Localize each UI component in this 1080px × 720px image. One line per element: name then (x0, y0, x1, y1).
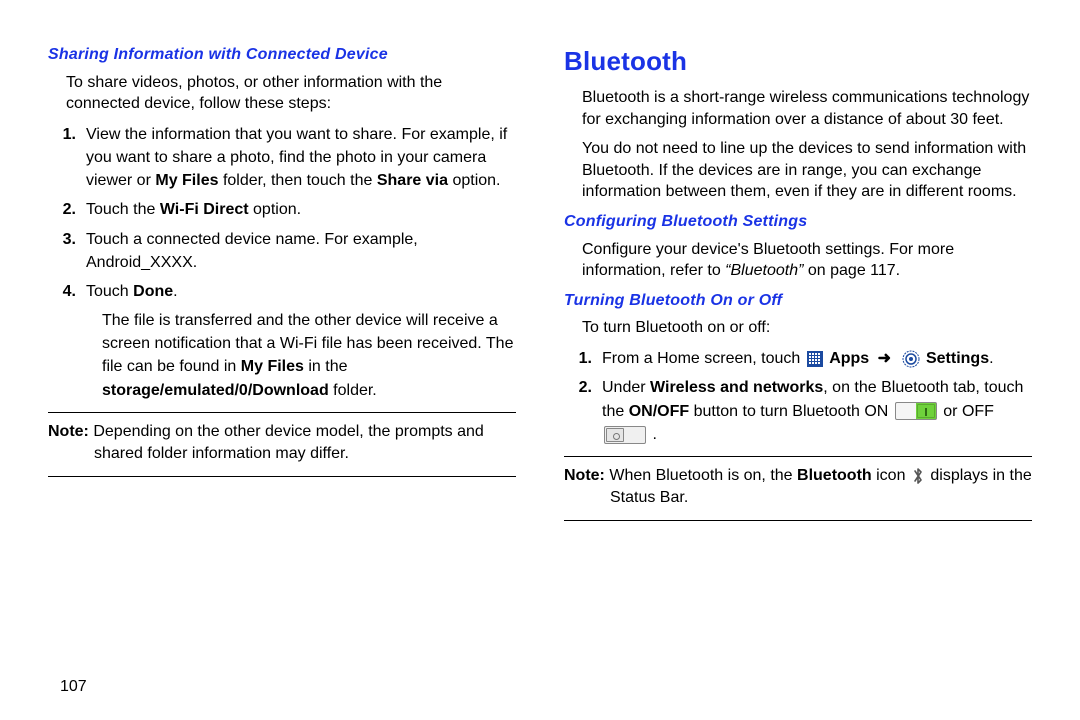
manual-page: Sharing Information with Connected Devic… (0, 0, 1080, 720)
sharing-steps: 1. View the information that you want to… (48, 123, 516, 303)
step-body: Touch Done. (86, 280, 516, 303)
turning-intro: To turn Bluetooth on or off: (582, 317, 1032, 339)
on-off-label: ON/OFF (629, 403, 689, 420)
step-2: 2. Touch the Wi-Fi Direct option. (48, 198, 516, 221)
settings-gear-icon (902, 350, 920, 368)
bluetooth-desc-2: You do not need to line up the devices t… (582, 138, 1032, 203)
step-body: Touch the Wi-Fi Direct option. (86, 198, 516, 221)
text: folder. (329, 382, 377, 399)
done-label: Done (133, 283, 173, 300)
share-via-label: Share via (377, 172, 448, 189)
configuring-subheading: Configuring Bluetooth Settings (564, 211, 1032, 233)
right-column: Bluetooth Bluetooth is a short-range wir… (564, 44, 1032, 529)
text: button to turn Bluetooth ON (689, 403, 893, 420)
step-4: 4. Touch Done. (48, 280, 516, 303)
step-body: From a Home screen, touch Apps ➜ Setting… (602, 347, 1032, 370)
step-1: 1. View the information that you want to… (48, 123, 516, 193)
note-label: Note: (564, 467, 605, 484)
divider (48, 476, 516, 477)
text: or OFF (943, 403, 994, 420)
text: on page 117. (803, 262, 900, 279)
configuring-body: Configure your device's Bluetooth settin… (582, 239, 1032, 282)
step-number: 1. (564, 347, 592, 370)
arrow-icon: ➜ (878, 350, 891, 367)
step-body: Under Wireless and networks, on the Blue… (602, 376, 1032, 446)
divider (564, 520, 1032, 521)
my-files-label: My Files (241, 358, 304, 375)
sharing-note: Note: Depending on the other device mode… (48, 421, 516, 466)
apps-grid-icon (807, 351, 823, 367)
text: Touch (86, 283, 133, 300)
step-number: 1. (48, 123, 76, 193)
bluetooth-icon (912, 467, 924, 485)
turning-steps: 1. From a Home screen, touch Apps ➜ Sett… (564, 347, 1032, 446)
divider (564, 456, 1032, 457)
bluetooth-label: Bluetooth (797, 467, 872, 484)
two-column-layout: Sharing Information with Connected Devic… (48, 44, 1032, 529)
note-label: Note: (48, 423, 89, 440)
wireless-networks-label: Wireless and networks (650, 379, 823, 396)
step-number: 2. (564, 376, 592, 446)
bluetooth-heading: Bluetooth (564, 44, 1032, 79)
text: icon (872, 467, 910, 484)
step-body: View the information that you want to sh… (86, 123, 516, 193)
turn-step-1: 1. From a Home screen, touch Apps ➜ Sett… (564, 347, 1032, 370)
text: . (989, 350, 993, 367)
text: Touch the (86, 201, 160, 218)
wifi-direct-label: Wi-Fi Direct (160, 201, 249, 218)
left-column: Sharing Information with Connected Devic… (48, 44, 516, 529)
step-number: 2. (48, 198, 76, 221)
settings-label: Settings (926, 350, 989, 367)
text: option. (448, 172, 500, 189)
text: . (652, 426, 656, 443)
bluetooth-note: Note: When Bluetooth is on, the Bluetoot… (564, 465, 1032, 510)
note-body: Depending on the other device model, the… (89, 423, 484, 462)
turning-subheading: Turning Bluetooth On or Off (564, 290, 1032, 312)
apps-label: Apps (829, 350, 869, 367)
page-number: 107 (60, 678, 87, 696)
step-4-detail: The file is transferred and the other de… (102, 309, 516, 402)
text: folder, then touch the (219, 172, 377, 189)
step-number: 3. (48, 228, 76, 274)
step-number: 4. (48, 280, 76, 303)
text: From a Home screen, touch (602, 350, 805, 367)
toggle-off-icon (604, 426, 646, 444)
text: Under (602, 379, 650, 396)
step-3: 3. Touch a connected device name. For ex… (48, 228, 516, 274)
text: When Bluetooth is on, the (605, 467, 797, 484)
bluetooth-desc-1: Bluetooth is a short-range wireless comm… (582, 87, 1032, 130)
download-path-label: storage/emulated/0/Download (102, 382, 329, 399)
sharing-subheading: Sharing Information with Connected Devic… (48, 44, 516, 66)
turn-step-2: 2. Under Wireless and networks, on the B… (564, 376, 1032, 446)
step-body: Touch a connected device name. For examp… (86, 228, 516, 274)
toggle-on-icon (895, 402, 937, 420)
text: in the (304, 358, 348, 375)
text: . (173, 283, 177, 300)
sharing-intro: To share videos, photos, or other inform… (66, 72, 516, 115)
text: option. (249, 201, 301, 218)
my-files-label: My Files (155, 172, 218, 189)
divider (48, 412, 516, 413)
bluetooth-ref: “Bluetooth” (725, 262, 803, 279)
